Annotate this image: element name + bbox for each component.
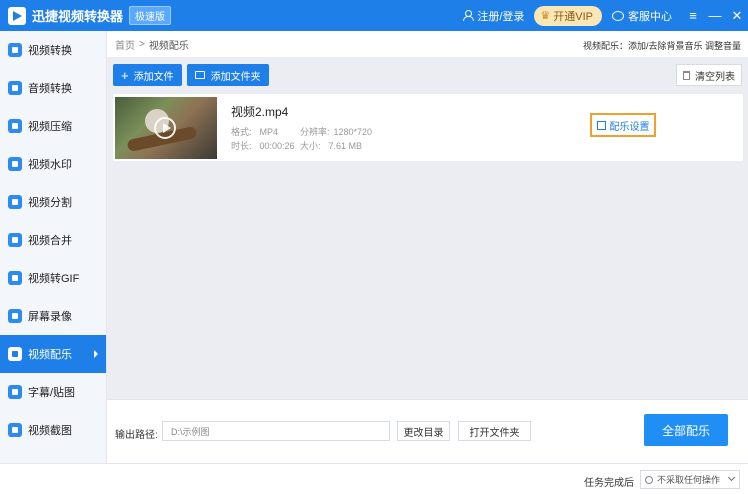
resolution-info: 分辨率: 1280*720 [300, 125, 372, 138]
edit-icon [596, 120, 606, 130]
audio-convert-icon [8, 81, 22, 95]
login-label: 注册/登录 [477, 10, 525, 23]
sidebar-item-video-split[interactable]: 视频分割 [0, 183, 106, 221]
breadcrumb-separator: > [139, 38, 145, 50]
video-thumbnail[interactable] [115, 97, 217, 159]
add-folder-button[interactable]: 添加文件夹 [186, 64, 269, 86]
change-dir-button[interactable]: 更改目录 [397, 421, 450, 441]
size-value: 7.61 MB [328, 141, 363, 151]
open-folder-button[interactable]: 打开文件夹 [458, 421, 531, 441]
list-item[interactable]: 视频2.mp4 格式: MP4 分辨率: 1280*720 时长: 00:00:26 … [113, 94, 743, 161]
watermark-icon [8, 157, 22, 171]
breadcrumb: 首页 > 视频配乐 视频配乐：添加/去除背景音乐 调整音量 [107, 31, 748, 57]
sidebar-item-label: 视频分割 [28, 197, 72, 209]
minimize-icon[interactable]: — [704, 0, 726, 31]
video-compress-icon [8, 119, 22, 133]
sidebar-item-video-compress[interactable]: 视频压缩 [0, 107, 106, 145]
video-convert-icon [8, 43, 22, 57]
sidebar-item-video-screenshot[interactable]: 视频截图 [0, 411, 106, 449]
vip-label: 开通VIP [553, 10, 593, 23]
sidebar-item-video-convert[interactable]: 视频转换 [0, 31, 106, 69]
user-icon [463, 10, 475, 21]
resolution-value: 1280*720 [333, 127, 373, 137]
sidebar-item-video-merge[interactable]: 视频合并 [0, 221, 106, 259]
chat-icon [612, 10, 624, 21]
sidebar-item-label: 字幕/贴图 [28, 387, 76, 399]
duration-label: 时长: [231, 141, 252, 151]
sidebar-item-label: 视频转换 [28, 45, 72, 57]
output-path-label: 输出路径: [115, 430, 158, 441]
add-file-label: 添加文件 [133, 71, 174, 83]
clear-list-label: 清空列表 [695, 71, 735, 83]
after-task-label: 任务完成后 [584, 478, 634, 489]
edition-badge: 极速版 [129, 6, 172, 25]
sidebar-item-label: 视频配乐 [28, 349, 72, 361]
format-value: MP4 [259, 127, 279, 137]
screenshot-icon [8, 423, 22, 437]
screen-record-icon [8, 309, 22, 323]
sidebar-item-label: 视频截图 [28, 425, 72, 437]
music-settings-label: 配乐设置 [609, 121, 650, 133]
duration-value: 00:00:26 [259, 141, 295, 151]
sidebar-item-video-to-gif[interactable]: 视频转GIF [0, 259, 106, 297]
sidebar-item-label: 视频压缩 [28, 121, 72, 133]
format-info: 格式: MP4 [231, 125, 278, 138]
sidebar-item-video-watermark[interactable]: 视频水印 [0, 145, 106, 183]
size-info: 大小: 7.61 MB [300, 139, 362, 152]
file-name: 视频2.mp4 [231, 105, 289, 119]
sidebar-item-audio-convert[interactable]: 音频转换 [0, 69, 106, 107]
output-bar: 输出路径: D:\示例图 更改目录 打开文件夹 全部配乐 [107, 399, 748, 463]
sidebar-item-label: 视频合并 [28, 235, 72, 247]
close-icon[interactable]: ✕ [726, 0, 748, 31]
breadcrumb-current: 视频配乐 [148, 40, 189, 52]
feature-hint: 视频配乐：添加/去除背景音乐 调整音量 [582, 41, 741, 51]
sidebar-item-label: 屏幕录像 [28, 311, 72, 323]
music-settings-button[interactable]: 配乐设置 [590, 113, 656, 137]
breadcrumb-home[interactable]: 首页 [115, 37, 135, 52]
vip-button[interactable]: ♛ 开通VIP [534, 5, 602, 26]
app-logo-icon [8, 6, 26, 25]
menu-icon[interactable]: ≡ [682, 0, 704, 31]
output-path-field[interactable]: D:\示例图 [162, 421, 390, 441]
convert-all-button[interactable]: 全部配乐 [644, 414, 728, 446]
file-list-area: + 添加文件 添加文件夹 清空列表 视频2.mp4 格式: MP4 分辨率: 128… [107, 57, 748, 399]
status-bar: 任务完成后 不采取任何操作 [0, 463, 748, 494]
sidebar-item-label: 视频水印 [28, 159, 72, 171]
sidebar: 视频转换 音频转换 视频压缩 视频水印 视频分割 视频合并 视频转GIF 屏幕录… [0, 31, 107, 463]
trash-icon [683, 70, 690, 80]
folder-icon [194, 71, 205, 79]
size-label: 大小: [300, 141, 321, 151]
chevron-down-icon [727, 473, 736, 482]
sidebar-item-label: 视频转GIF [28, 273, 80, 285]
title-bar: 迅捷视频转换器 极速版 注册/登录 ♛ 开通VIP 客服中心 ≡ — ✕ [0, 0, 748, 31]
login-link[interactable]: 注册/登录 [463, 8, 524, 24]
app-title: 迅捷视频转换器 [32, 9, 124, 24]
merge-icon [8, 233, 22, 247]
support-link[interactable]: 客服中心 [612, 8, 672, 24]
subtitle-icon [8, 385, 22, 399]
split-icon [8, 195, 22, 209]
add-folder-label: 添加文件夹 [210, 71, 261, 83]
ban-icon [645, 475, 653, 484]
music-icon [8, 347, 22, 361]
sidebar-item-video-music[interactable]: 视频配乐 [0, 335, 106, 373]
format-label: 格式: [231, 127, 252, 137]
sidebar-item-label: 音频转换 [28, 83, 72, 95]
plus-icon: + [121, 67, 129, 83]
crown-icon: ♛ [540, 10, 551, 22]
after-task-select[interactable]: 不采取任何操作 [640, 470, 740, 489]
duration-info: 时长: 00:00:26 [231, 139, 295, 152]
clear-list-button[interactable]: 清空列表 [676, 64, 742, 86]
play-icon[interactable] [154, 117, 176, 139]
support-label: 客服中心 [628, 10, 672, 23]
add-file-button[interactable]: + 添加文件 [113, 64, 182, 86]
gif-icon [8, 271, 22, 285]
sidebar-item-subtitle-sticker[interactable]: 字幕/贴图 [0, 373, 106, 411]
resolution-label: 分辨率: [300, 127, 330, 137]
sidebar-item-screen-record[interactable]: 屏幕录像 [0, 297, 106, 335]
after-task-value: 不采取任何操作 [657, 475, 721, 485]
toolbar: + 添加文件 添加文件夹 [113, 64, 274, 86]
